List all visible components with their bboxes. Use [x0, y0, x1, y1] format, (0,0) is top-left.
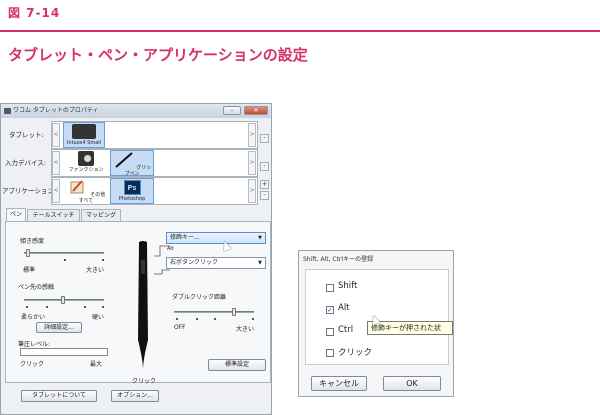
tablet-scroll-left[interactable]: < [52, 123, 60, 147]
tip-feel-detail-button[interactable]: 詳細設定... [36, 322, 82, 333]
tip-feel-slider-thumb[interactable] [61, 296, 65, 304]
application-row-label: アプリケーション: [2, 187, 57, 195]
tablet-strip: < Intuos4 Small > [51, 121, 258, 149]
modifier-dialog-title: Shift, Alt, Ctrlキーの登録 [303, 256, 374, 263]
options-button[interactable]: オプション... [111, 390, 159, 402]
tab-pen[interactable]: ペン [6, 208, 26, 221]
photoshop-icon: Ps [123, 180, 141, 195]
tip-feel-max-label: 硬い [92, 314, 105, 321]
page-title: タブレット・ペン・アプリケーションの設定 [8, 46, 308, 64]
about-tablet-button[interactable]: タブレットについて [21, 390, 97, 402]
application-scroll-right[interactable]: > [248, 179, 256, 203]
tooltip: 修飾キーが押された状 [367, 321, 453, 335]
upper-button-sub: Alt [167, 246, 174, 252]
shift-checkbox[interactable] [326, 284, 334, 292]
ctrl-label: Ctrl [338, 325, 354, 335]
tip-feel-tick [84, 306, 86, 308]
click-label: クリック [338, 348, 373, 358]
tablet-item-label: Intuos4 Small [66, 140, 102, 146]
device-item-grip-pen[interactable]: グリップペン [110, 150, 154, 177]
figure-rule [0, 30, 600, 32]
tab-bar: ペン テールスイッチ マッピング [1, 208, 271, 222]
tablet-row-label: タブレット: [9, 131, 44, 139]
tab-tail-switch[interactable]: テールスイッチ [27, 209, 80, 221]
cancel-button[interactable]: キャンセル [311, 376, 367, 391]
app-item-label-2: Photoshop [118, 196, 146, 202]
chevron-down-icon: ▼ [258, 260, 262, 266]
figure-label: 図 7-14 [8, 6, 61, 20]
app-icon [4, 108, 11, 114]
double-click-tick [214, 318, 216, 320]
default-button[interactable]: 標準設定 [208, 359, 266, 371]
tip-feel-tick [26, 306, 28, 308]
device-strip: < ファンクション グリップペン > [51, 149, 258, 177]
tip-feel-title: ペン先の感触 [18, 284, 55, 291]
device-remove-button[interactable]: - [260, 162, 269, 171]
lower-button-value: 右ボタンクリック [170, 259, 219, 266]
tilt-min-label: 標準 [23, 267, 36, 274]
pen-illustration [138, 241, 148, 370]
app-item-all-others[interactable]: その他すべて [65, 178, 107, 204]
device-row-label: 入力デバイス: [5, 159, 46, 167]
tilt-title: 傾き感度 [20, 238, 45, 245]
modifier-key-dialog: Shift, Alt, Ctrlキーの登録 Shift ✓ Alt Ctrl ク… [298, 250, 454, 397]
double-click-tick [252, 318, 254, 320]
upper-button-value: 修飾キー... [170, 234, 200, 241]
tablet-item-intuos4[interactable]: Intuos4 Small [63, 122, 105, 148]
close-button[interactable]: ✕ [244, 106, 268, 115]
properties-window: ワコム タブレットのプロパティ – ✕ タブレット: < Intuos4 Sma… [0, 103, 272, 415]
alt-label: Alt [338, 303, 350, 313]
expresskey-icon [78, 151, 94, 166]
minimize-button[interactable]: – [223, 106, 241, 115]
pressure-title: 筆圧レベル: [18, 341, 51, 348]
tip-feel-min-label: 柔らかい [21, 314, 46, 321]
double-click-tick [176, 318, 178, 320]
double-click-max-label: 大きい [236, 326, 255, 333]
all-apps-icon [70, 180, 84, 194]
double-click-slider-thumb[interactable] [232, 308, 236, 316]
tip-feel-tick [102, 306, 104, 308]
tilt-slider-track[interactable] [24, 252, 104, 254]
tilt-tick [64, 259, 66, 261]
pressure-level-meter [20, 348, 108, 356]
pressure-left-label: クリック [20, 361, 45, 368]
tilt-tick [102, 259, 104, 261]
application-add-button[interactable]: + [260, 180, 269, 189]
tilt-max-label: 大きい [86, 267, 105, 274]
ctrl-checkbox[interactable] [326, 328, 334, 336]
tilt-slider-thumb[interactable] [26, 249, 30, 257]
lower-button-combo[interactable]: 右ボタンクリック ▼ [166, 257, 266, 269]
tablet-scroll-right[interactable]: > [248, 123, 256, 147]
application-strip: < その他すべて Ps Photoshop > [51, 177, 258, 205]
device-item-function[interactable]: ファンクション [65, 150, 107, 176]
pressure-right-label: 最大 [90, 361, 103, 368]
tablet-remove-button[interactable]: - [260, 134, 269, 143]
tip-feel-tick [46, 306, 48, 308]
pen-icon [115, 152, 133, 168]
device-scroll-left[interactable]: < [52, 151, 60, 175]
application-remove-button[interactable]: - [260, 191, 269, 200]
double-click-title: ダブルクリック距離 [172, 294, 227, 301]
tab-mapping[interactable]: マッピング [81, 209, 121, 221]
upper-button-combo[interactable]: 修飾キー... ▼ [166, 232, 266, 244]
pen-tip-label: クリック [132, 378, 157, 385]
chevron-down-icon: ▼ [258, 235, 262, 241]
shift-label: Shift [338, 281, 358, 291]
device-item-label-1: ファンクション [68, 167, 104, 173]
double-click-slider-track[interactable] [174, 311, 254, 313]
click-checkbox[interactable] [326, 349, 334, 357]
ok-button[interactable]: OK [383, 376, 441, 391]
device-scroll-right[interactable]: > [248, 151, 256, 175]
double-click-tick [196, 318, 198, 320]
tablet-icon [72, 124, 96, 139]
app-item-photoshop[interactable]: Ps Photoshop [110, 178, 154, 204]
application-scroll-left[interactable]: < [52, 179, 60, 203]
pen-settings-panel: 傾き感度 標準 大きい ペン先の感触 柔らかい 硬い 詳細設定... 筆圧レベル… [5, 221, 271, 385]
double-click-min-label: OFF [174, 324, 186, 331]
alt-checkbox[interactable]: ✓ [326, 306, 334, 314]
